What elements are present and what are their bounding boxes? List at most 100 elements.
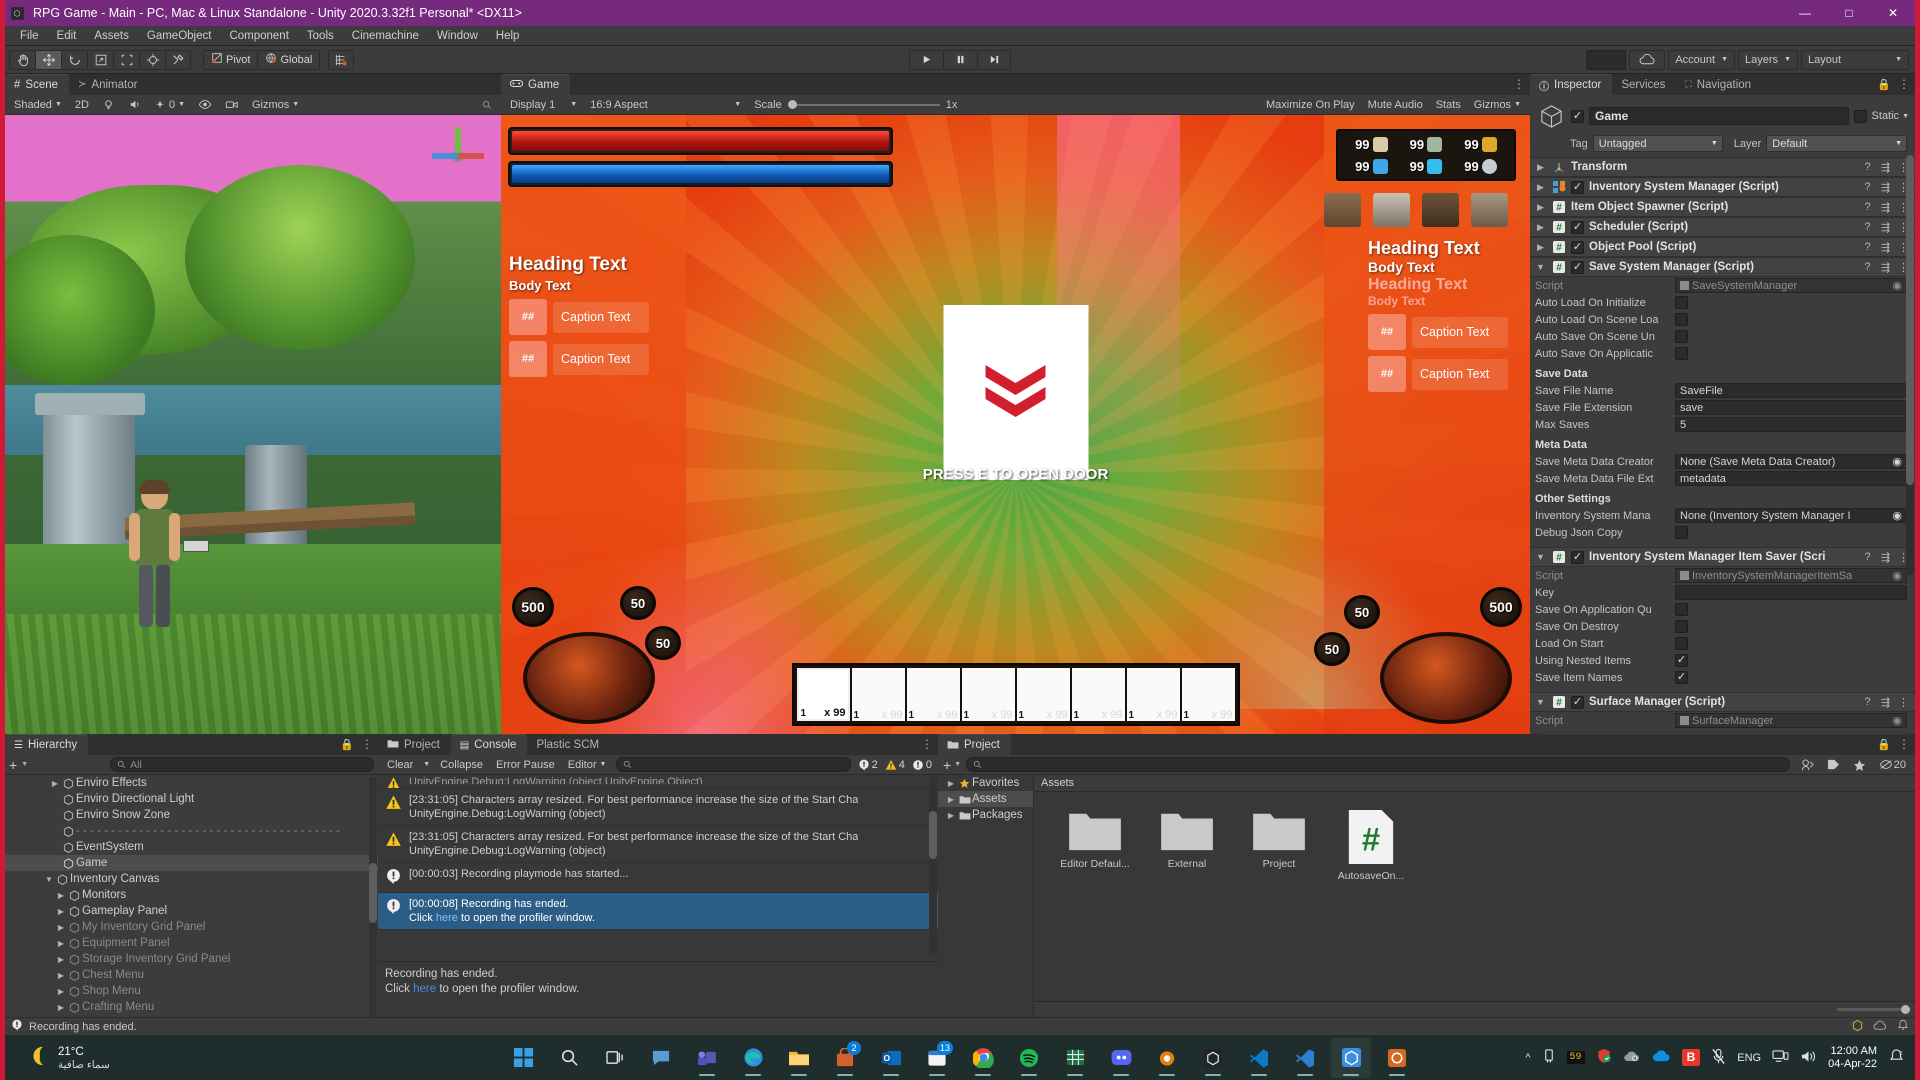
expand-arrow-icon[interactable]: ▶ bbox=[55, 907, 67, 916]
component-surface-manager[interactable]: ▼ # Surface Manager (Script) ? ⇶ ⋮ bbox=[1530, 692, 1915, 712]
menu-item-help[interactable]: Help bbox=[487, 26, 529, 46]
scale-slider[interactable]: Scale 1x bbox=[748, 96, 963, 113]
taskbar-clock[interactable]: 12:00 AM 04-Apr-22 bbox=[1828, 1045, 1877, 1071]
search-by-type-icon[interactable] bbox=[1795, 756, 1820, 773]
hotbar-slot[interactable]: 1 x 99 bbox=[1016, 668, 1070, 721]
collapse-arrow-icon[interactable]: ▼ bbox=[43, 875, 55, 884]
expand-arrow-icon[interactable]: ▶ bbox=[945, 779, 957, 788]
component-object-pool[interactable]: ▶ # Object Pool (Script) ? ⇶ ⋮ bbox=[1530, 237, 1915, 257]
hierarchy-item-game[interactable]: Game bbox=[5, 855, 378, 871]
project-search-input[interactable] bbox=[966, 757, 1790, 772]
scale-tool-icon[interactable] bbox=[87, 49, 113, 70]
menu-item-assets[interactable]: Assets bbox=[85, 26, 138, 46]
hotbar-slot[interactable]: 1 x 99 bbox=[1126, 668, 1180, 721]
script-object-field[interactable]: SaveSystemManager ◉ bbox=[1675, 278, 1907, 293]
unity-hub-icon[interactable] bbox=[1193, 1038, 1233, 1078]
help-icon[interactable]: ? bbox=[1861, 221, 1874, 233]
step-button[interactable] bbox=[977, 49, 1011, 70]
hierarchy-item-crafting-menu[interactable]: ▶ Crafting Menu bbox=[5, 999, 378, 1015]
tab-project[interactable]: Project bbox=[938, 734, 1011, 755]
auto-load-on-scene-load-checkbox[interactable] bbox=[1675, 313, 1688, 326]
lock-icon[interactable]: 🔒 bbox=[1877, 78, 1891, 91]
calendar-icon[interactable]: 13 bbox=[917, 1038, 957, 1078]
project-item-editor-default[interactable]: Editor Defaul... bbox=[1060, 808, 1130, 1001]
hand-tool-icon[interactable] bbox=[9, 49, 35, 70]
using-nested-items-checkbox[interactable] bbox=[1675, 654, 1688, 667]
onedrive-icon[interactable] bbox=[1652, 1049, 1671, 1066]
static-label[interactable]: Static ▼ bbox=[1872, 110, 1909, 122]
gameobject-active-toggle[interactable] bbox=[1571, 109, 1584, 123]
save-on-destroy-checkbox[interactable] bbox=[1675, 620, 1688, 633]
expand-arrow-icon[interactable]: ▶ bbox=[55, 939, 67, 948]
network-icon[interactable] bbox=[1772, 1049, 1789, 1067]
expand-arrow-icon[interactable]: ▶ bbox=[49, 779, 61, 788]
transform-tool-icon[interactable] bbox=[139, 49, 165, 70]
hierarchy-item-chest-menu[interactable]: ▶ Chest Menu bbox=[5, 967, 378, 983]
clear-dropdown[interactable]: ▼ bbox=[420, 756, 433, 773]
preset-icon[interactable]: ⇶ bbox=[1879, 161, 1892, 174]
fx-dropdown[interactable]: 0 ▼ bbox=[148, 96, 191, 113]
substance-icon[interactable] bbox=[1377, 1038, 1417, 1078]
collapse-arrow-icon[interactable]: ▼ bbox=[1535, 262, 1546, 272]
project-menu-icon[interactable]: ⋮ bbox=[1898, 737, 1910, 751]
collapse-arrow-icon[interactable]: ▼ bbox=[1535, 552, 1546, 562]
project-item-autosave-script[interactable]: # AutosaveOn... bbox=[1336, 808, 1406, 1001]
tab-plastic-scm[interactable]: Plastic SCM bbox=[527, 734, 611, 755]
error-pause-toggle[interactable]: Error Pause bbox=[490, 756, 561, 773]
menu-item-edit[interactable]: Edit bbox=[48, 26, 86, 46]
hotbar-slot[interactable]: 1 x 99 bbox=[1071, 668, 1125, 721]
shading-mode-dropdown[interactable]: Shaded ▼ bbox=[8, 96, 68, 113]
surface-manager-script-field[interactable]: SurfaceManager ◉ bbox=[1675, 713, 1907, 728]
mic-muted-icon[interactable] bbox=[1711, 1048, 1726, 1068]
menu-item-component[interactable]: Component bbox=[220, 26, 297, 46]
tab-navigation[interactable]: ⛶ Navigation bbox=[1676, 74, 1763, 95]
hierarchy-item-storage-inventory-grid-panel[interactable]: ▶ Storage Inventory Grid Panel bbox=[5, 951, 378, 967]
project-tree-favorites[interactable]: ▶ Favorites bbox=[938, 775, 1033, 791]
notification-icon[interactable]: z bbox=[1888, 1048, 1905, 1068]
expand-arrow-icon[interactable]: ▶ bbox=[55, 891, 67, 900]
expand-arrow-icon[interactable]: ▶ bbox=[1535, 222, 1546, 233]
preset-icon[interactable]: ⇶ bbox=[1879, 551, 1892, 564]
maximize-on-play-toggle[interactable]: Maximize On Play bbox=[1260, 96, 1361, 113]
play-button[interactable] bbox=[909, 49, 943, 70]
profiler-link[interactable]: here bbox=[436, 912, 458, 924]
pause-button[interactable] bbox=[943, 49, 977, 70]
preset-icon[interactable]: ⇶ bbox=[1879, 201, 1892, 214]
hierarchy-item-enviro-directional-light[interactable]: Enviro Directional Light bbox=[5, 791, 378, 807]
mute-audio-toggle[interactable]: Mute Audio bbox=[1362, 96, 1429, 113]
audio-toggle-icon[interactable] bbox=[122, 96, 147, 113]
expand-arrow-icon[interactable]: ▶ bbox=[945, 811, 957, 820]
spotify-icon[interactable] bbox=[1009, 1038, 1049, 1078]
add-gameobject-button[interactable]: + bbox=[9, 758, 17, 772]
auto-save-on-application-checkbox[interactable] bbox=[1675, 347, 1688, 360]
expand-arrow-icon[interactable]: ▶ bbox=[1535, 182, 1546, 193]
save-file-name-input[interactable]: SaveFile bbox=[1675, 383, 1907, 398]
meta-creator-object-field[interactable]: None (Save Meta Data Creator) ◉ bbox=[1675, 454, 1907, 469]
chevron-up-icon[interactable]: ^ bbox=[1525, 1052, 1530, 1064]
component-scheduler[interactable]: ▶ # Scheduler (Script) ? ⇶ ⋮ bbox=[1530, 217, 1915, 237]
component-item-object-spawner[interactable]: ▶ # Item Object Spawner (Script) ? ⇶ ⋮ bbox=[1530, 197, 1915, 217]
discord-icon[interactable] bbox=[1101, 1038, 1141, 1078]
hierarchy-item-enviro-snow-zone[interactable]: Enviro Snow Zone bbox=[5, 807, 378, 823]
key-input[interactable] bbox=[1675, 585, 1907, 600]
gameobject-name-input[interactable]: Game bbox=[1589, 107, 1849, 125]
save-file-ext-input[interactable]: save bbox=[1675, 400, 1907, 415]
console-message[interactable]: [23:31:05] Characters array resized. For… bbox=[378, 826, 938, 863]
performance-counter[interactable]: 59 bbox=[1566, 1051, 1585, 1064]
snap-grid-icon[interactable] bbox=[328, 49, 355, 70]
expand-arrow-icon[interactable]: ▶ bbox=[55, 955, 67, 964]
component-enable-toggle[interactable] bbox=[1571, 220, 1584, 234]
create-asset-button[interactable]: + bbox=[941, 757, 953, 773]
hierarchy-item-equipment-panel[interactable]: ▶ Equipment Panel bbox=[5, 935, 378, 951]
start-icon[interactable] bbox=[503, 1038, 543, 1078]
gizmos-dropdown[interactable]: Gizmos ▼ bbox=[246, 96, 305, 113]
aspect-dropdown[interactable]: 16:9 Aspect ▼ bbox=[584, 96, 747, 113]
teams-icon[interactable] bbox=[687, 1038, 727, 1078]
shield-icon[interactable] bbox=[1596, 1048, 1612, 1067]
console-message[interactable]: [00:00:03] Recording playmode has starte… bbox=[378, 863, 938, 893]
tab-console[interactable]: ▤ Console bbox=[450, 734, 528, 755]
scene-vis-icon[interactable] bbox=[192, 96, 218, 113]
language-indicator[interactable]: ENG bbox=[1737, 1052, 1761, 1064]
object-picker-icon[interactable]: ◉ bbox=[1892, 509, 1902, 522]
component-enable-toggle[interactable] bbox=[1571, 260, 1584, 274]
